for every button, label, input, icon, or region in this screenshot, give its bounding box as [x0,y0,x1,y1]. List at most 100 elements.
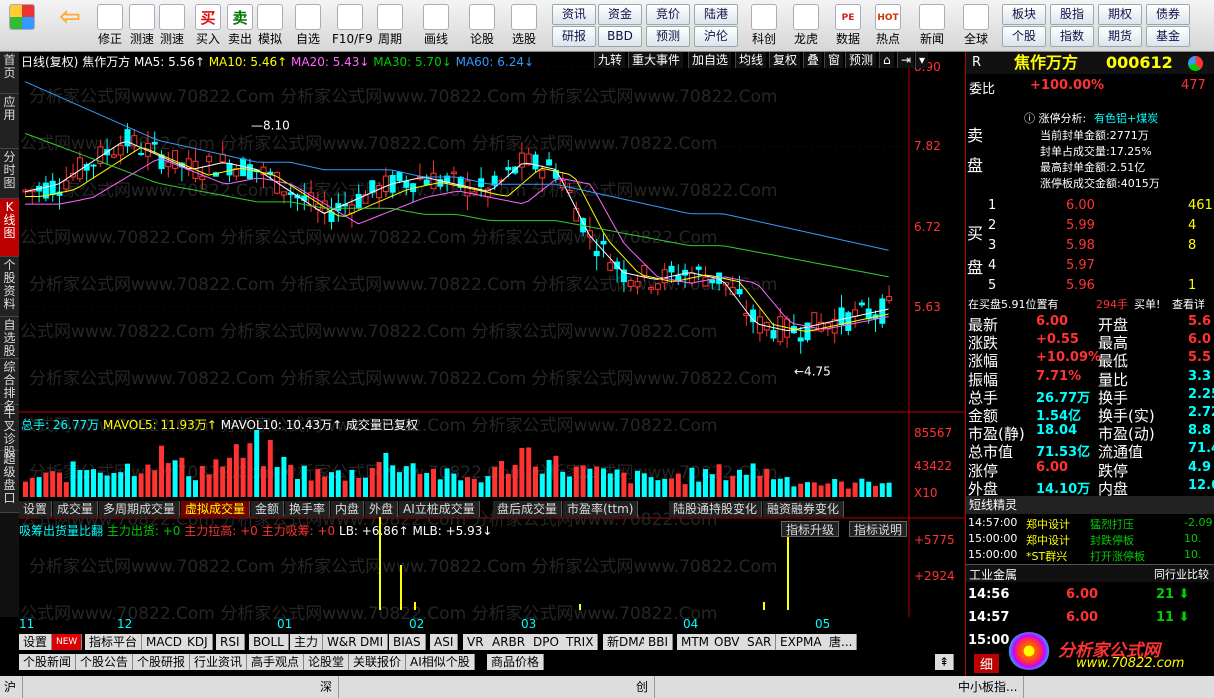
quick-指数-button[interactable]: 指数 [1050,26,1094,47]
ind-btn-0[interactable]: 指标升级 [781,521,840,537]
toolbar-f10-button[interactable]: F10/F9 [332,2,373,50]
period-label[interactable]: 日线(复权) [21,55,78,69]
toolbar-buy-button[interactable]: 买买入 [190,2,226,50]
quick-资金-button[interactable]: 资金 [598,4,642,25]
toolbar-hot-button[interactable]: HOT 热点 [870,2,906,50]
vol-subtab-3[interactable]: 虚拟成交量 [181,501,251,517]
ind-tab-12[interactable]: VR [463,634,489,650]
toolbar-hammer-button[interactable]: 模拟 [252,2,288,50]
left-tab-3[interactable]: K线图 [0,199,19,257]
kline-chart-area[interactable]: 分析家公式网www.70822.Com 分析家公式网www.70822.Com … [19,52,965,631]
info-tab-8[interactable]: 商品价格 [487,654,545,670]
chart-btn-均线[interactable]: 均线 [735,52,767,68]
scroll-top-icon[interactable]: ⇞ [935,654,955,670]
toolbar-star-button[interactable]: 自选 [290,2,326,50]
quick-陆港-button[interactable]: 陆港 [694,4,738,25]
left-tab-5[interactable]: 自选股 [0,317,19,359]
ind-tab-1[interactable]: NEW [52,634,83,650]
ind-tab-0[interactable]: 设置 [19,634,53,650]
toolbar-news-button[interactable]: 新闻 [914,2,950,50]
chart-btn-复权[interactable]: 复权 [769,52,801,68]
ind-tab-15[interactable]: TRIX [562,634,599,650]
chart-btn-重大事件[interactable]: 重大事件 [628,52,684,68]
left-tab-4[interactable]: 个股资料 [0,257,19,317]
ind-tab-20[interactable]: SAR [743,634,777,650]
toolbar-globe-button[interactable]: 全球 [958,2,994,50]
quick-个股-button[interactable]: 个股 [1002,26,1046,47]
vol-subtab-4[interactable]: 金额 [251,501,285,517]
quick-期权-button[interactable]: 期权 [1098,4,1142,25]
toolbar-select-button[interactable]: 选股 [506,2,542,50]
toolbar-kechuang-button[interactable]: 科创 [746,2,782,50]
quick-沪伦-button[interactable]: 沪伦 [694,26,738,47]
ind-tab-17[interactable]: BBI [644,634,674,650]
info-tab-5[interactable]: 论股堂 [304,654,350,670]
toolbar-dragon-button[interactable]: 龙虎 [788,2,824,50]
vol-subtab-9[interactable]: 盘后成交量 [493,501,563,517]
ind-tab-3[interactable]: MACD [142,634,187,650]
info-tab-6[interactable]: 关联报价 [349,654,407,670]
chart-btn-九转[interactable]: 九转 [594,52,626,68]
left-tab-6[interactable]: 综合排名 [0,359,19,413]
ind-tab-7[interactable]: 主力 [290,634,324,650]
info-tab-2[interactable]: 个股研报 [133,654,191,670]
ind-tab-4[interactable]: KDJ [183,634,213,650]
quick-板块-button[interactable]: 板块 [1002,4,1046,25]
vol-subtab-12[interactable]: 融资融券变化 [763,501,845,517]
quick-期货-button[interactable]: 期货 [1098,26,1142,47]
quick-竞价-button[interactable]: 竞价 [646,4,690,25]
ind-tab-19[interactable]: OBV [710,634,745,650]
ind-tab-5[interactable]: RSI [216,634,245,650]
vol-subtab-11[interactable]: 陆股通持股变化 [669,501,763,517]
left-tab-1[interactable]: 应用 [0,94,19,149]
vol-subtab-5[interactable]: 换手率 [285,501,331,517]
pie-icon[interactable] [1188,56,1203,71]
quick-BBD-button[interactable]: BBD [598,26,642,47]
home-icon[interactable]: ⌂ [879,52,894,68]
toolbar-pe-button[interactable]: PE 数据 [830,2,866,50]
toolbar-grid-button[interactable] [4,2,40,50]
toolbar-clock-button[interactable]: 测速 [154,2,190,50]
toolbar-up-down-button[interactable]: 修正 [92,2,128,50]
ind-tab-18[interactable]: MTM [677,634,715,650]
chart-btn-叠[interactable]: 叠 [803,52,823,68]
info-tab-1[interactable]: 个股公告 [76,654,134,670]
left-tab-0[interactable]: 首页 [0,52,19,94]
status-index-1[interactable]: 深 [320,676,340,698]
left-tab-8[interactable]: 超级盘口 [0,451,19,513]
status-index-2[interactable]: 创 [636,676,656,698]
ind-tab-11[interactable]: ASI [430,634,459,650]
ind-tab-2[interactable]: 指标平台 [85,634,143,650]
toolbar-forum-button[interactable]: 论股 [464,2,500,50]
vol-subtab-10[interactable]: 市盈率(ttm) [563,501,639,517]
quick-研报-button[interactable]: 研报 [552,26,596,47]
info-tab-7[interactable]: AI相似个股 [406,654,475,670]
quick-股指-button[interactable]: 股指 [1050,4,1094,25]
toolbar-period-button[interactable]: 周期 [372,2,408,50]
dropdown-icon[interactable]: ▾ [915,52,929,68]
ind-tab-13[interactable]: ARBR [488,634,531,650]
jump-icon[interactable]: ⇥ [897,52,915,68]
quick-基金-button[interactable]: 基金 [1146,26,1190,47]
vol-subtab-7[interactable]: 外盘 [365,501,399,517]
toolbar-back-arrow-button[interactable]: ⇦ [52,2,88,50]
ind-tab-9[interactable]: DMI [356,634,389,650]
vol-subtab-0[interactable]: 设置 [19,501,53,517]
ind-btn-1[interactable]: 指标说明 [849,521,908,537]
vol-subtab-8[interactable]: AI立桩成交量 [399,501,480,517]
chart-btn-预测[interactable]: 预测 [845,52,877,68]
info-tab-4[interactable]: 高手观点 [247,654,305,670]
info-tab-3[interactable]: 行业资讯 [190,654,248,670]
info-tab-0[interactable]: 个股新闻 [19,654,77,670]
ind-tab-22[interactable]: 唐... [825,634,858,650]
ind-tab-14[interactable]: DPO [529,634,564,650]
left-tab-7[interactable]: 牛叉诊股 [0,405,19,459]
quick-预测-button[interactable]: 预测 [646,26,690,47]
left-tab-2[interactable]: 分时图 [0,149,19,199]
vol-subtab-2[interactable]: 多周期成交量 [99,501,181,517]
status-index-3[interactable]: 中小板指... [958,676,1025,698]
chart-btn-加自选[interactable]: 加自选 [688,52,732,68]
toolbar-pencil-button[interactable]: 画线 [418,2,454,50]
quick-债券-button[interactable]: 债券 [1146,4,1190,25]
ind-tab-10[interactable]: BIAS [389,634,426,650]
